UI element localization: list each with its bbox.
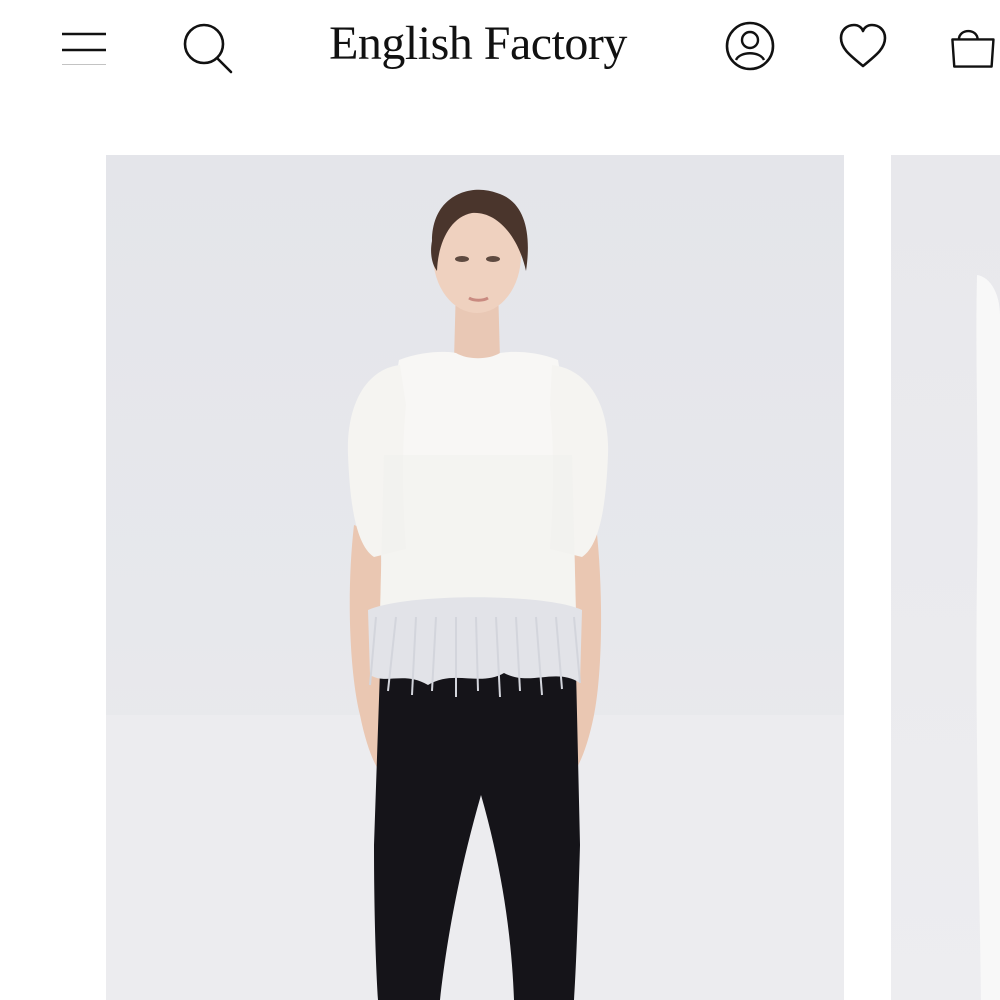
account-icon[interactable] [720,16,780,76]
hamburger-menu-icon[interactable] [56,20,110,70]
next-product-image[interactable] [891,155,1000,1000]
next-model-illustration [976,275,1000,1000]
heart-icon[interactable] [832,16,894,76]
shopping-bag-icon[interactable] [944,16,1000,76]
model-illustration [106,189,844,1000]
search-icon[interactable] [176,16,238,76]
site-header: English Factory [0,0,1000,92]
product-image[interactable] [106,155,844,1000]
brand-logo[interactable]: English Factory [296,12,660,74]
